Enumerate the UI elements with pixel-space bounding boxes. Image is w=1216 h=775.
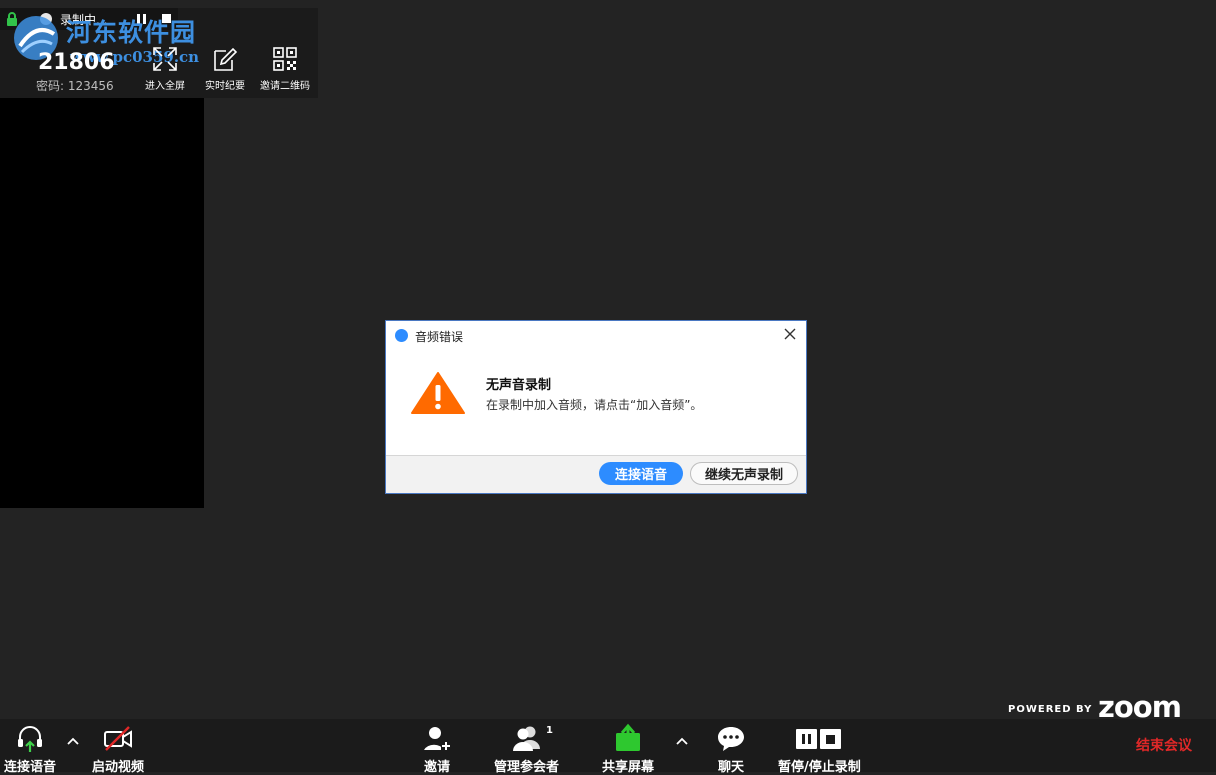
- dialog-title: 音频错误: [415, 330, 464, 344]
- invite-button[interactable]: 邀请: [422, 723, 452, 775]
- video-off-icon: [104, 726, 132, 751]
- connect-audio-toolbar-button[interactable]: 连接语音: [4, 723, 56, 775]
- invite-label: 邀请: [423, 760, 450, 775]
- watermark-name: 河东软件园: [66, 18, 197, 47]
- video-tile: [0, 98, 204, 508]
- share-screen-icon: [616, 723, 640, 751]
- invite-user-icon: [424, 727, 451, 751]
- qr-code-icon: [273, 47, 297, 71]
- meeting-toolbar: 连接语音 启动视频 邀请 管理参会者 1 共享屏幕 聊天 暂停/停止录制 结束会…: [0, 719, 1216, 775]
- connect-audio-button[interactable]: 连接语音: [599, 462, 683, 485]
- end-meeting-button[interactable]: 结束会议: [1136, 735, 1192, 755]
- invite-qr-button[interactable]: 邀请二维码: [255, 46, 315, 92]
- audio-options-chevron-up-icon[interactable]: [66, 736, 80, 746]
- dialog-message: 在录制中加入音频，请点击“加入音频”。: [486, 398, 703, 412]
- headphones-icon: [18, 726, 42, 752]
- notes-edit-icon: [214, 47, 238, 71]
- manage-participants-label: 管理参会者: [494, 760, 560, 775]
- pause-stop-recording-label: 暂停/停止录制: [778, 760, 861, 775]
- fullscreen-button[interactable]: 进入全屏: [135, 46, 195, 92]
- audio-error-dialog: 音频错误 无声音录制 在录制中加入音频，请点击“加入音频”。 连接语音 继续无声…: [385, 320, 807, 494]
- live-notes-label: 实时纪要: [205, 81, 245, 92]
- start-video-button[interactable]: 启动视频: [92, 723, 144, 775]
- share-screen-button[interactable]: 共享屏幕: [602, 723, 654, 775]
- pause-stop-recording-button[interactable]: 暂停/停止录制: [778, 723, 861, 775]
- zoom-app-icon: [395, 329, 408, 342]
- fullscreen-label: 进入全屏: [145, 81, 185, 92]
- share-options-chevron-up-icon[interactable]: [675, 736, 689, 746]
- live-notes-button[interactable]: 实时纪要: [195, 46, 255, 92]
- warning-icon: [411, 372, 465, 414]
- pause-stop-recording-icon: [796, 729, 842, 749]
- start-video-label: 启动视频: [92, 760, 145, 775]
- dialog-footer: 连接语音 继续无声录制: [386, 455, 806, 493]
- chat-button[interactable]: 聊天: [716, 723, 746, 775]
- chat-bubble-icon: [718, 727, 744, 751]
- fullscreen-icon: [153, 47, 177, 71]
- close-icon[interactable]: [782, 326, 798, 342]
- powered-by-label: POWERED BY: [1008, 704, 1093, 715]
- participants-icon: [512, 726, 540, 751]
- meeting-info-panel: 录制中... 河东软件园 www.pc0359.cn 21806 密码: 123…: [0, 8, 318, 98]
- dialog-heading: 无声音录制: [486, 378, 552, 393]
- continue-silent-recording-button[interactable]: 继续无声录制: [690, 462, 798, 485]
- meeting-id: 21806: [38, 50, 115, 75]
- invite-qr-label: 邀请二维码: [260, 81, 310, 92]
- connect-audio-label: 连接语音: [4, 760, 57, 775]
- meeting-password: 密码: 123456: [36, 79, 114, 93]
- chat-label: 聊天: [717, 760, 744, 775]
- share-screen-label: 共享屏幕: [602, 760, 655, 775]
- participants-count-badge: 1: [546, 725, 553, 736]
